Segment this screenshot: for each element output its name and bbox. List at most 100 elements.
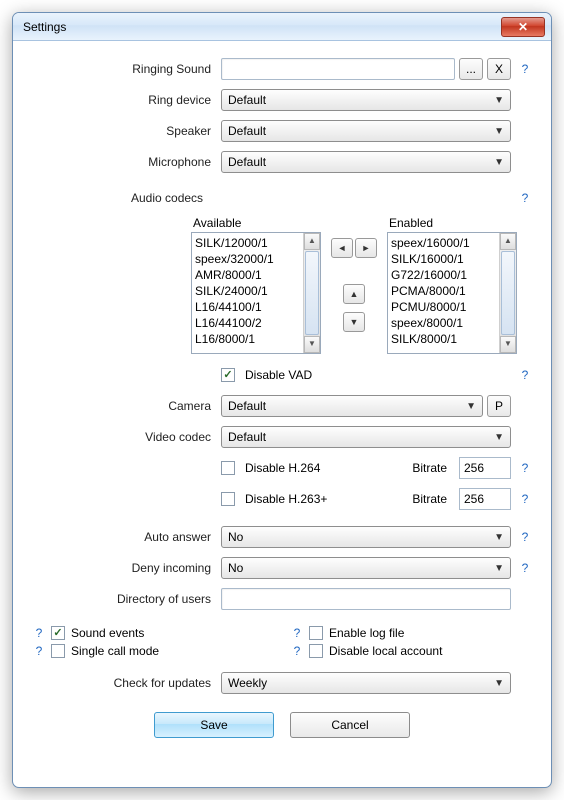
help-icon[interactable]: ?	[31, 644, 47, 658]
list-item[interactable]: SILK/24000/1	[193, 283, 302, 299]
bitrate-h264-input[interactable]: 256	[459, 457, 511, 479]
scrollbar[interactable]: ▲ ▼	[303, 233, 320, 353]
settings-window: Settings ✕ Ringing Sound ... X ? Ring de…	[12, 12, 552, 788]
scrollbar[interactable]: ▲ ▼	[499, 233, 516, 353]
scroll-thumb[interactable]	[305, 251, 319, 335]
label-disable-vad: Disable VAD	[245, 368, 312, 382]
label-sound-events: Sound events	[71, 626, 144, 640]
label-directory: Directory of users	[31, 592, 221, 606]
chevron-down-icon: ▼	[494, 532, 504, 543]
list-item[interactable]: G722/16000/1	[389, 267, 498, 283]
list-item[interactable]: speex/16000/1	[389, 235, 498, 251]
chevron-down-icon: ▼	[494, 432, 504, 443]
codec-panel: Available SILK/12000/1speex/32000/1AMR/8…	[31, 216, 533, 354]
help-icon[interactable]: ?	[517, 561, 533, 575]
help-icon[interactable]: ?	[289, 644, 305, 658]
check-updates-select[interactable]: Weekly ▼	[221, 672, 511, 694]
label-auto-answer: Auto answer	[31, 530, 221, 544]
video-codec-select[interactable]: Default ▼	[221, 426, 511, 448]
help-icon[interactable]: ?	[517, 530, 533, 544]
list-item[interactable]: AMR/8000/1	[193, 267, 302, 283]
ring-device-select[interactable]: Default ▼	[221, 89, 511, 111]
chevron-down-icon: ▼	[494, 157, 504, 168]
auto-answer-value: No	[228, 530, 243, 544]
enable-log-checkbox[interactable]	[309, 626, 323, 640]
list-item[interactable]: SILK/8000/1	[389, 331, 498, 347]
disable-h263p-checkbox[interactable]	[221, 492, 235, 506]
disable-vad-checkbox[interactable]	[221, 368, 235, 382]
chevron-down-icon: ▼	[466, 401, 476, 412]
help-icon[interactable]: ?	[517, 62, 533, 76]
sound-events-checkbox[interactable]	[51, 626, 65, 640]
save-button[interactable]: Save	[154, 712, 274, 738]
scroll-up-icon[interactable]: ▲	[304, 233, 320, 250]
chevron-down-icon: ▼	[494, 678, 504, 689]
move-left-button[interactable]: ◄	[331, 238, 353, 258]
disable-h264-checkbox[interactable]	[221, 461, 235, 475]
list-item[interactable]: SILK/12000/1	[193, 235, 302, 251]
label-audio-codecs: Audio codecs	[31, 191, 511, 205]
label-deny-incoming: Deny incoming	[31, 561, 221, 575]
auto-answer-select[interactable]: No ▼	[221, 526, 511, 548]
list-item[interactable]: speex/32000/1	[193, 251, 302, 267]
close-icon: ✕	[518, 20, 528, 34]
available-codecs-list[interactable]: SILK/12000/1speex/32000/1AMR/8000/1SILK/…	[191, 232, 321, 354]
move-up-button[interactable]: ▲	[343, 284, 365, 304]
ring-device-value: Default	[228, 93, 266, 107]
list-item[interactable]: PCMU/8000/1	[389, 299, 498, 315]
directory-input[interactable]	[221, 588, 511, 610]
window-title: Settings	[23, 20, 66, 34]
speaker-value: Default	[228, 124, 266, 138]
titlebar: Settings ✕	[13, 13, 551, 41]
help-icon[interactable]: ?	[517, 461, 533, 475]
help-icon[interactable]: ?	[31, 626, 47, 640]
label-ringing-sound: Ringing Sound	[31, 62, 221, 76]
scroll-down-icon[interactable]: ▼	[304, 336, 320, 353]
enabled-codecs-list[interactable]: speex/16000/1SILK/16000/1G722/16000/1PCM…	[387, 232, 517, 354]
microphone-select[interactable]: Default ▼	[221, 151, 511, 173]
list-item[interactable]: PCMA/8000/1	[389, 283, 498, 299]
chevron-down-icon: ▼	[494, 126, 504, 137]
label-ring-device: Ring device	[31, 93, 221, 107]
chevron-down-icon: ▼	[494, 95, 504, 106]
video-codec-value: Default	[228, 430, 266, 444]
deny-incoming-select[interactable]: No ▼	[221, 557, 511, 579]
list-item[interactable]: SILK/16000/1	[389, 251, 498, 267]
label-video-codec: Video codec	[31, 430, 221, 444]
list-item[interactable]: L16/44100/2	[193, 315, 302, 331]
clear-button[interactable]: X	[487, 58, 511, 80]
bitrate-h263p-input[interactable]: 256	[459, 488, 511, 510]
browse-button[interactable]: ...	[459, 58, 483, 80]
microphone-value: Default	[228, 155, 266, 169]
scroll-up-icon[interactable]: ▲	[500, 233, 516, 250]
scroll-down-icon[interactable]: ▼	[500, 336, 516, 353]
single-call-checkbox[interactable]	[51, 644, 65, 658]
ringing-sound-input[interactable]	[221, 58, 455, 80]
camera-select[interactable]: Default ▼	[221, 395, 483, 417]
help-icon[interactable]: ?	[289, 626, 305, 640]
label-disable-h264: Disable H.264	[245, 461, 320, 475]
label-single-call: Single call mode	[71, 644, 159, 658]
move-down-button[interactable]: ▼	[343, 312, 365, 332]
label-check-updates: Check for updates	[31, 676, 221, 690]
list-item[interactable]: speex/8000/1	[389, 315, 498, 331]
bitrate-h264-value: 256	[464, 461, 484, 475]
label-available: Available	[191, 216, 321, 230]
help-icon[interactable]: ?	[517, 368, 533, 382]
camera-preview-button[interactable]: P	[487, 395, 511, 417]
disable-local-account-checkbox[interactable]	[309, 644, 323, 658]
label-enable-log: Enable log file	[329, 626, 404, 640]
cancel-button[interactable]: Cancel	[290, 712, 410, 738]
help-icon[interactable]: ?	[517, 191, 533, 205]
list-item[interactable]: L16/8000/1	[193, 331, 302, 347]
label-disable-h263p: Disable H.263+	[245, 492, 327, 506]
close-button[interactable]: ✕	[501, 17, 545, 37]
speaker-select[interactable]: Default ▼	[221, 120, 511, 142]
label-disable-local-account: Disable local account	[329, 644, 442, 658]
list-item[interactable]: L16/44100/1	[193, 299, 302, 315]
help-icon[interactable]: ?	[517, 492, 533, 506]
scroll-thumb[interactable]	[501, 251, 515, 335]
move-right-button[interactable]: ►	[355, 238, 377, 258]
label-camera: Camera	[31, 399, 221, 413]
label-enabled: Enabled	[387, 216, 517, 230]
